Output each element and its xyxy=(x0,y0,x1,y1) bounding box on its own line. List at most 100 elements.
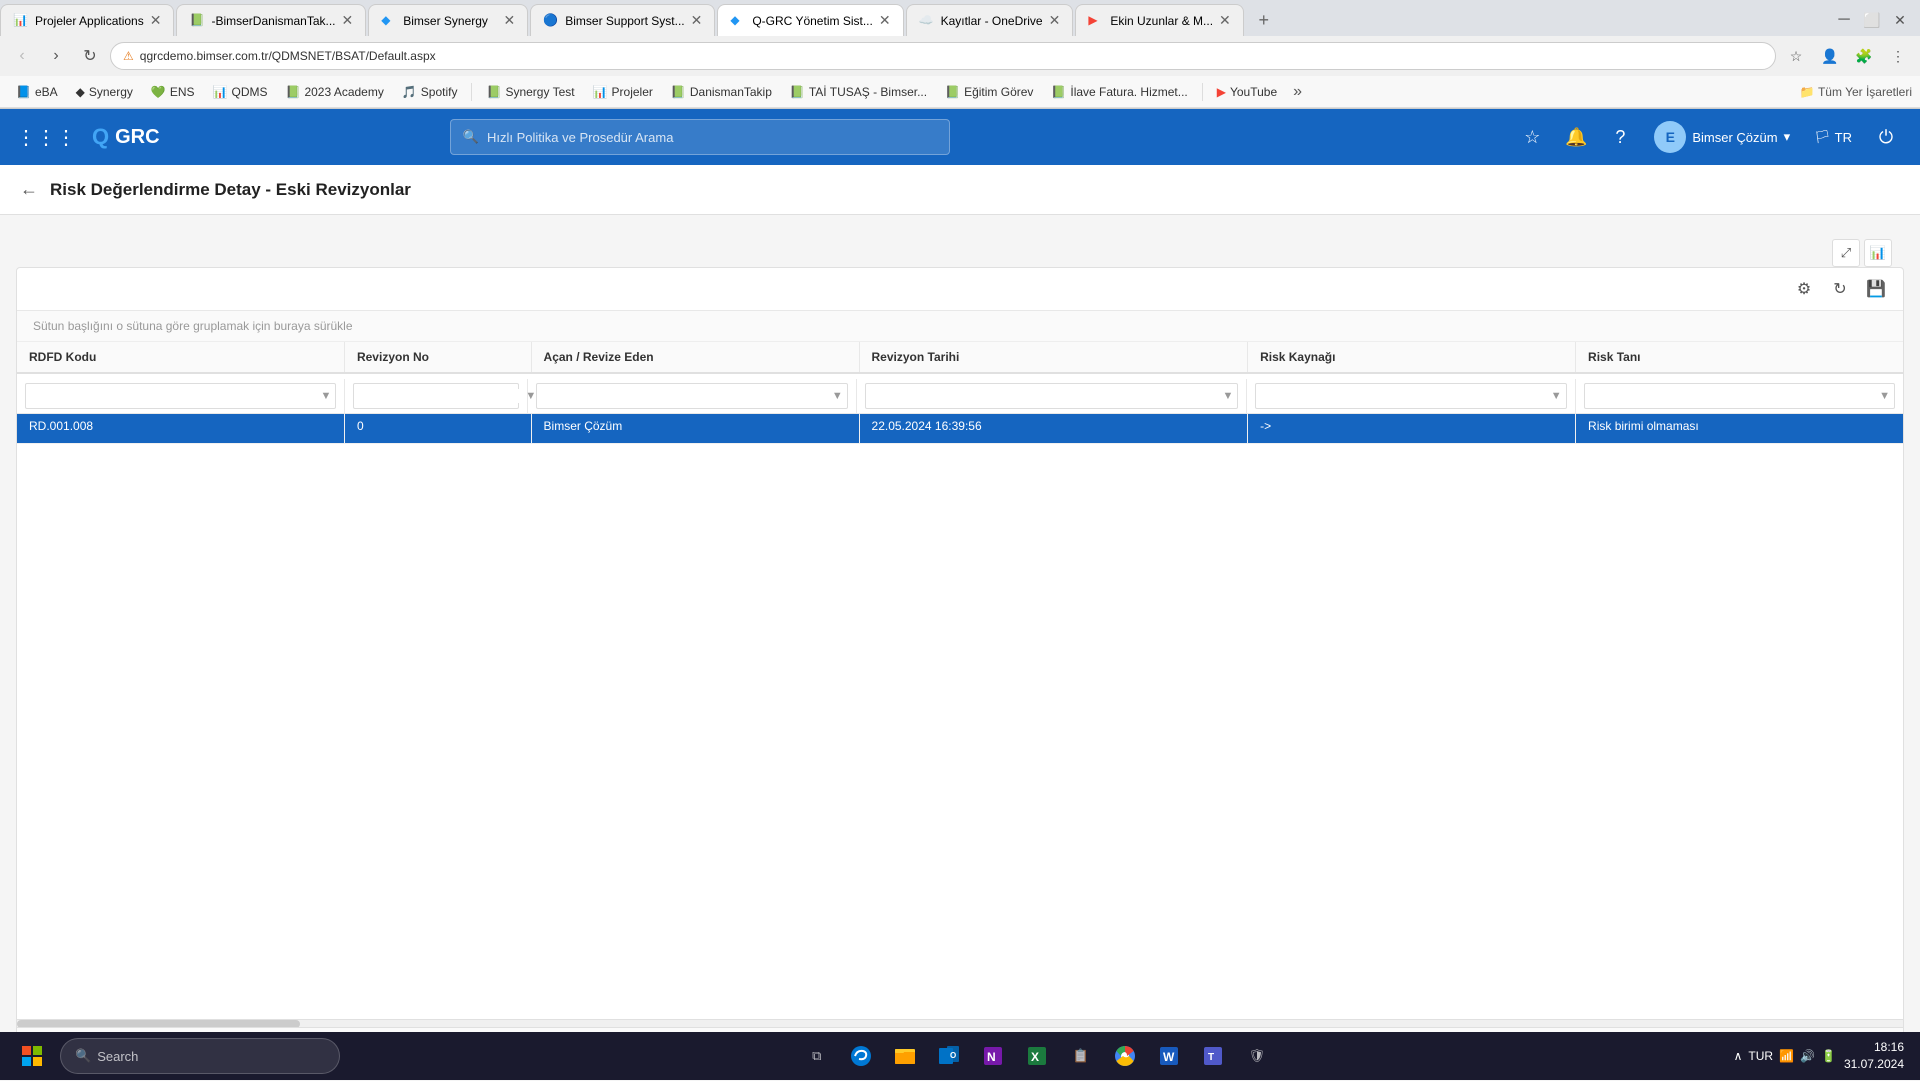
teams-icon[interactable]: T xyxy=(1193,1036,1233,1076)
outlook-icon[interactable]: O xyxy=(929,1036,969,1076)
close-window-btn[interactable]: ✕ xyxy=(1888,8,1912,32)
global-search[interactable]: 🔍 Hızlı Politika ve Prosedür Arama xyxy=(450,119,950,155)
tab-close-btn[interactable]: ✕ xyxy=(879,12,891,29)
date-display: 31.07.2024 xyxy=(1844,1056,1904,1073)
start-button[interactable] xyxy=(8,1032,56,1080)
filter-rdfd-input[interactable] xyxy=(26,389,316,403)
bookmark-label: İlave Fatura. Hizmet... xyxy=(1070,85,1187,99)
bookmark-tai[interactable]: 📗 TAİ TUSAŞ - Bimser... xyxy=(782,82,935,102)
restore-btn[interactable]: ⬜ xyxy=(1860,8,1884,32)
filter-funnel-icon[interactable]: ▼ xyxy=(1547,390,1566,402)
tab-close-btn[interactable]: ✕ xyxy=(150,12,162,29)
filter-funnel-icon[interactable]: ▼ xyxy=(1875,390,1894,402)
col-header-revtar[interactable]: Revizyon Tarihi xyxy=(860,342,1249,372)
bookmark-ilave[interactable]: 📗 İlave Fatura. Hizmet... xyxy=(1043,82,1195,102)
tab-bimser-danisman[interactable]: 📗 -BimserDanismanTak... ✕ xyxy=(176,4,366,36)
tab-synergy[interactable]: ◆ Bimser Synergy ✕ xyxy=(368,4,528,36)
app-grid-icon[interactable]: ⋮⋮⋮ xyxy=(16,125,76,150)
refresh-btn[interactable]: ↻ xyxy=(1825,274,1855,304)
col-header-kaynak[interactable]: Risk Kaynağı xyxy=(1248,342,1576,372)
clock[interactable]: 18:16 31.07.2024 xyxy=(1844,1039,1904,1073)
tab-support[interactable]: 🔵 Bimser Support Syst... ✕ xyxy=(530,4,715,36)
horizontal-scrollbar[interactable] xyxy=(17,1019,1903,1027)
tray-up-icon[interactable]: ∧ xyxy=(1734,1049,1743,1063)
help-icon[interactable]: ? xyxy=(1602,119,1638,155)
bookmark-academy[interactable]: 📗 2023 Academy xyxy=(278,82,392,102)
nav-actions: ☆ 🔔 ? E Bimser Çözüm ▾ 🏳 TR ⏻ xyxy=(1514,117,1904,157)
filter-revtar-input[interactable] xyxy=(866,389,1219,403)
back-btn[interactable]: ‹ xyxy=(8,42,36,70)
column-filter-btn[interactable]: ⚙ xyxy=(1789,274,1819,304)
favorites-icon[interactable]: ☆ xyxy=(1514,119,1550,155)
bookmark-youtube[interactable]: ▶ YouTube xyxy=(1209,82,1285,102)
filter-funnel-icon[interactable]: ▼ xyxy=(828,390,847,402)
bookmark-ens[interactable]: 💚 ENS xyxy=(143,82,203,102)
save-view-btn[interactable]: 💾 xyxy=(1861,274,1891,304)
bookmarks-more-btn[interactable]: » xyxy=(1287,80,1308,104)
col-header-tanim[interactable]: Risk Tanı xyxy=(1576,342,1903,372)
taskbar-app1-icon[interactable]: 📋 xyxy=(1061,1036,1101,1076)
table-row[interactable]: RD.001.008 0 Bimser Çözüm 22.05.2024 16:… xyxy=(17,409,1903,444)
word-icon[interactable]: W xyxy=(1149,1036,1189,1076)
bookmark-danisman[interactable]: 📗 DanismanTakip xyxy=(663,82,780,102)
profile-icon[interactable]: 👤 xyxy=(1816,42,1844,70)
notification-icon[interactable]: 🔔 xyxy=(1558,119,1594,155)
tab-youtube[interactable]: ▶ Ekin Uzunlar & M... ✕ xyxy=(1075,4,1243,36)
tab-close-btn[interactable]: ✕ xyxy=(504,12,516,29)
col-header-acan[interactable]: Açan / Revize Eden xyxy=(532,342,860,372)
user-profile-btn[interactable]: E Bimser Çözüm ▾ xyxy=(1646,117,1798,157)
edge-icon[interactable] xyxy=(841,1036,881,1076)
task-view-icon[interactable]: ⧉ xyxy=(797,1036,837,1076)
power-icon[interactable]: ⏻ xyxy=(1868,119,1904,155)
bookmark-projeler[interactable]: 📊 Projeler xyxy=(585,82,661,102)
battery-icon[interactable]: 🔋 xyxy=(1821,1049,1836,1063)
col-header-rdfd[interactable]: RDFD Kodu xyxy=(17,342,345,372)
tab-close-btn[interactable]: ✕ xyxy=(691,12,703,29)
bookmark-synergy-test[interactable]: 📗 Synergy Test xyxy=(478,82,582,102)
bookmark-qdms[interactable]: 📊 QDMS xyxy=(205,82,276,102)
lock-icon: ⚠ xyxy=(123,49,134,63)
expand-view-btn[interactable]: ⤢ xyxy=(1832,239,1860,267)
tab-favicon: ◆ xyxy=(381,13,397,29)
reload-btn[interactable]: ↻ xyxy=(76,42,104,70)
tab-close-btn[interactable]: ✕ xyxy=(342,12,354,29)
bookmark-egitim[interactable]: 📗 Eğitim Görev xyxy=(937,82,1041,102)
security-icon[interactable]: 🛡 xyxy=(1237,1036,1277,1076)
filter-input-wrap: ▼ xyxy=(25,383,336,409)
tab-onedrive[interactable]: ☁️ Kayıtlar - OneDrive ✕ xyxy=(906,4,1074,36)
forward-btn[interactable]: › xyxy=(42,42,70,70)
file-explorer-icon[interactable] xyxy=(885,1036,925,1076)
tab-close-btn[interactable]: ✕ xyxy=(1049,12,1061,29)
tab-close-btn[interactable]: ✕ xyxy=(1219,12,1231,29)
settings-icon[interactable]: ⋮ xyxy=(1884,42,1912,70)
language-btn[interactable]: 🏳 TR xyxy=(1806,125,1860,149)
filter-revno-input[interactable] xyxy=(354,389,521,403)
filter-acan-input[interactable] xyxy=(537,389,827,403)
address-input[interactable]: ⚠ qgrcdemo.bimser.com.tr/QDMSNET/BSAT/De… xyxy=(110,42,1776,70)
minimize-btn[interactable]: ─ xyxy=(1832,8,1856,32)
export-excel-btn[interactable]: 📊 xyxy=(1864,239,1892,267)
tab-projeler[interactable]: 📊 Projeler Applications ✕ xyxy=(0,4,174,36)
col-header-revno[interactable]: Revizyon No xyxy=(345,342,532,372)
filter-funnel-icon[interactable]: ▼ xyxy=(316,390,335,402)
tab-favicon: ◆ xyxy=(730,13,746,29)
bookmark-spotify[interactable]: 🎵 Spotify xyxy=(394,82,466,102)
bookmark-eba[interactable]: 📘 eBA xyxy=(8,82,66,102)
bookmark-divider-2 xyxy=(1202,83,1203,101)
tab-favicon: 📗 xyxy=(189,13,205,29)
excel-icon[interactable]: X xyxy=(1017,1036,1057,1076)
taskbar-search[interactable]: 🔍 Search xyxy=(60,1038,340,1074)
sound-icon[interactable]: 🔊 xyxy=(1800,1049,1815,1063)
filter-funnel-icon[interactable]: ▼ xyxy=(1218,390,1237,402)
new-tab-btn[interactable]: + xyxy=(1246,4,1282,36)
extensions-icon[interactable]: 🧩 xyxy=(1850,42,1878,70)
bookmark-star-icon[interactable]: ☆ xyxy=(1782,42,1810,70)
filter-tanim-input[interactable] xyxy=(1585,389,1875,403)
chrome-icon[interactable] xyxy=(1105,1036,1145,1076)
tab-qgrc[interactable]: ◆ Q-GRC Yönetim Sist... ✕ xyxy=(717,4,903,36)
onenote-icon[interactable]: N xyxy=(973,1036,1013,1076)
filter-kaynak-input[interactable] xyxy=(1256,389,1546,403)
wifi-icon[interactable]: 📶 xyxy=(1779,1049,1794,1063)
bookmark-synergy[interactable]: ◆ Synergy xyxy=(68,82,141,102)
back-button[interactable]: ← xyxy=(20,179,38,200)
